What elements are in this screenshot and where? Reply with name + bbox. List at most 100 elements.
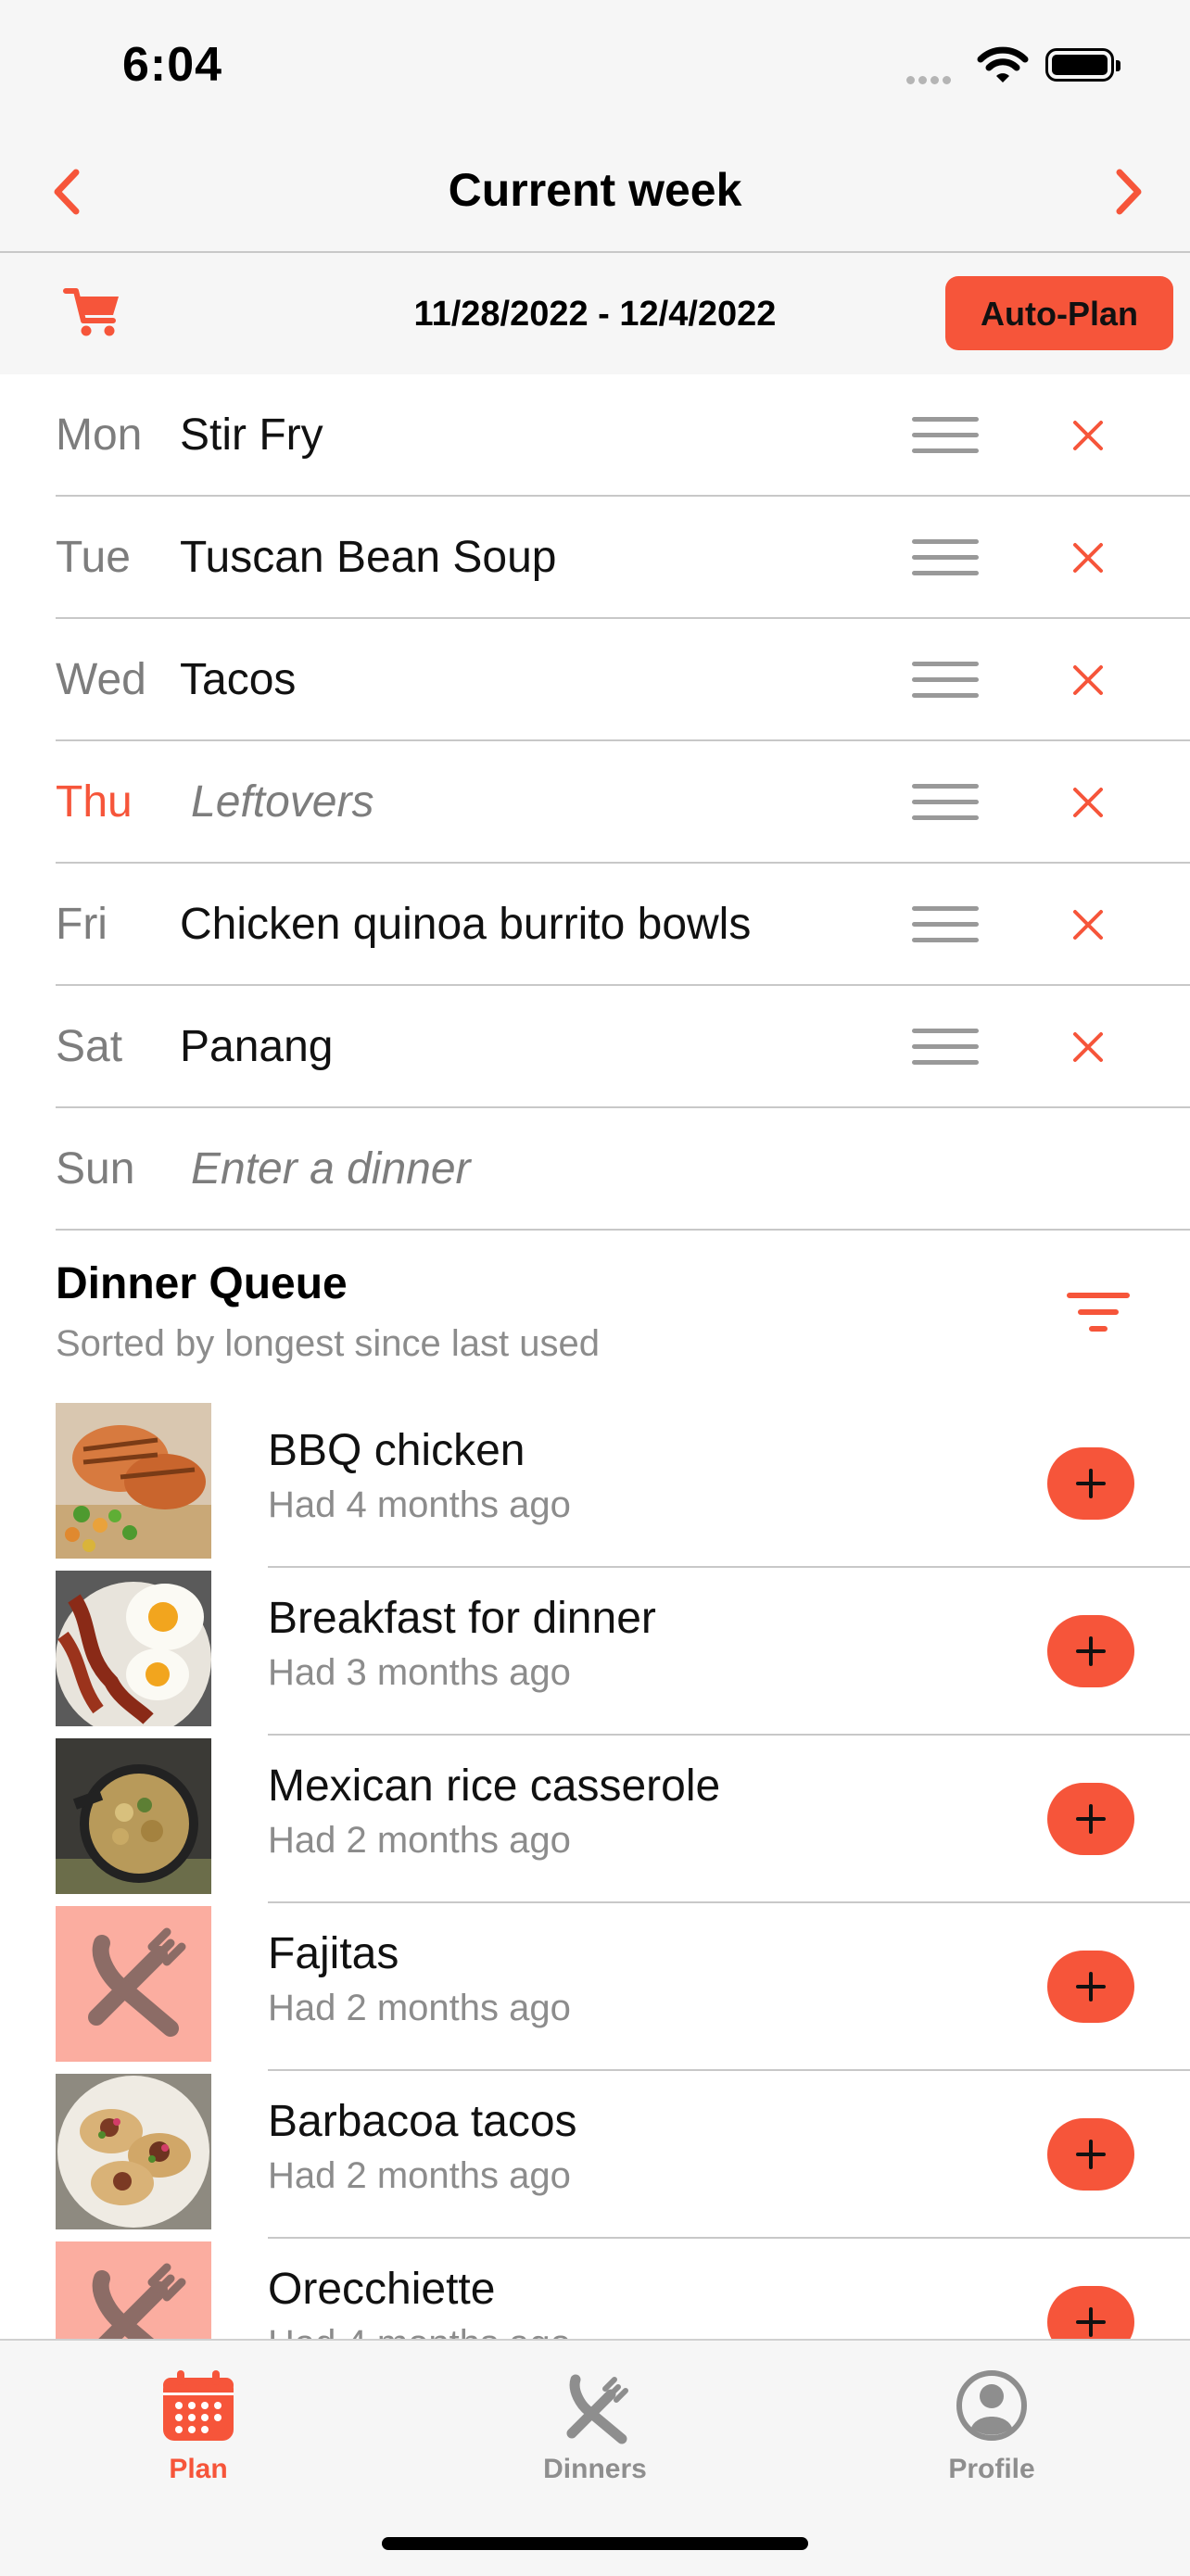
day-row-sun[interactable]: Sun Enter a dinner <box>0 1108 1190 1231</box>
profile-icon <box>956 2370 1027 2441</box>
row-divider <box>268 1734 1190 1736</box>
day-label-today: Thu <box>56 777 133 827</box>
queue-item-name: Barbacoa tacos <box>268 2097 577 2146</box>
remove-meal-button[interactable] <box>1066 903 1110 947</box>
tab-plan[interactable]: Plan <box>78 2354 319 2493</box>
queue-item-name: Fajitas <box>268 1929 399 1978</box>
day-row-wed[interactable]: Wed Tacos <box>0 619 1190 741</box>
day-row-thu[interactable]: Thu Leftovers <box>0 741 1190 864</box>
battery-icon <box>1045 48 1120 82</box>
queue-item-name: Orecchiette <box>268 2265 496 2314</box>
add-to-plan-button[interactable] <box>1047 2118 1134 2191</box>
day-row-mon[interactable]: Mon Stir Fry <box>0 374 1190 497</box>
meal-name-leftovers[interactable]: Leftovers <box>191 741 373 864</box>
add-to-plan-button[interactable] <box>1047 1951 1134 2023</box>
close-icon <box>1073 788 1103 817</box>
drag-handle-icon[interactable] <box>912 539 979 576</box>
close-icon <box>1073 421 1103 450</box>
plus-icon <box>1076 2140 1106 2169</box>
status-time: 6:04 <box>122 38 223 92</box>
fork-knife-icon <box>88 1927 186 2037</box>
meal-name[interactable]: Tuscan Bean Soup <box>180 497 557 619</box>
drag-handle-icon[interactable] <box>912 1029 979 1066</box>
plus-icon <box>1076 1469 1106 1498</box>
queue-item-name: Mexican rice casserole <box>268 1762 721 1811</box>
dinner-queue-subtitle: Sorted by longest since last used <box>56 1323 601 1364</box>
row-divider <box>56 1229 1190 1231</box>
remove-meal-button[interactable] <box>1066 1025 1110 1069</box>
meal-photo <box>56 1738 211 1894</box>
tab-label: Plan <box>169 2454 228 2484</box>
filter-icon <box>1067 1293 1130 1332</box>
day-label: Wed <box>56 655 146 704</box>
add-to-plan-button[interactable] <box>1047 1615 1134 1687</box>
add-to-plan-button[interactable] <box>1047 1783 1134 1855</box>
row-divider <box>268 1901 1190 1903</box>
plus-icon <box>1076 2307 1106 2337</box>
close-icon <box>1073 910 1103 940</box>
day-label: Tue <box>56 533 131 582</box>
tab-profile[interactable]: Profile <box>871 2354 1112 2493</box>
queue-item-last-had: Had 2 months ago <box>268 1820 571 1861</box>
meal-name[interactable]: Tacos <box>180 619 296 741</box>
queue-item-name: Breakfast for dinner <box>268 1594 656 1643</box>
drag-handle-icon[interactable] <box>912 784 979 821</box>
remove-meal-button[interactable] <box>1066 536 1110 580</box>
plus-icon <box>1076 1804 1106 1834</box>
calendar-icon <box>163 2370 234 2441</box>
sort-filter-button[interactable] <box>1066 1290 1131 1334</box>
drag-handle-icon[interactable] <box>912 417 979 454</box>
queue-item-bbq-chicken[interactable]: BBQ chicken Had 4 months ago <box>0 1401 1190 1568</box>
close-icon <box>1073 1032 1103 1062</box>
wifi-icon <box>977 46 1029 90</box>
remove-meal-button[interactable] <box>1066 780 1110 825</box>
nav-divider <box>0 251 1190 253</box>
meal-name[interactable]: Chicken quinoa burrito bowls <box>180 864 751 986</box>
meal-photo <box>56 1403 211 1559</box>
home-indicator <box>382 2537 808 2550</box>
chevron-right-icon <box>1116 169 1142 215</box>
dinner-queue-title: Dinner Queue <box>56 1259 348 1308</box>
tab-label: Profile <box>948 2454 1035 2484</box>
queue-item-last-had: Had 4 months ago <box>268 1484 571 1525</box>
row-divider <box>268 2237 1190 2239</box>
enter-dinner-input[interactable]: Enter a dinner <box>191 1108 471 1231</box>
queue-item-last-had: Had 3 months ago <box>268 1652 571 1693</box>
fork-knife-icon <box>566 2374 628 2444</box>
drag-handle-icon[interactable] <box>912 662 979 699</box>
day-label: Mon <box>56 410 143 460</box>
day-row-sat[interactable]: Sat Panang <box>0 986 1190 1108</box>
queue-item-name: BBQ chicken <box>268 1426 525 1475</box>
meal-photo <box>56 2074 211 2229</box>
tab-dinners[interactable]: Dinners <box>475 2354 715 2493</box>
day-row-tue[interactable]: Tue Tuscan Bean Soup <box>0 497 1190 619</box>
day-label: Sun <box>56 1144 135 1193</box>
page-title: Current week <box>448 164 742 216</box>
meal-name[interactable]: Panang <box>180 986 334 1108</box>
meal-photo <box>56 1571 211 1726</box>
remove-meal-button[interactable] <box>1066 413 1110 458</box>
queue-item-last-had: Had 2 months ago <box>268 1988 571 2028</box>
plus-icon <box>1076 1972 1106 2001</box>
meal-photo-placeholder <box>56 1906 211 2062</box>
close-icon <box>1073 543 1103 573</box>
queue-item-fajitas[interactable]: Fajitas Had 2 months ago <box>0 1904 1190 2071</box>
close-icon <box>1073 665 1103 695</box>
queue-item-breakfast-for-dinner[interactable]: Breakfast for dinner Had 3 months ago <box>0 1569 1190 1736</box>
add-to-plan-button[interactable] <box>1047 1447 1134 1520</box>
queue-item-mexican-rice-casserole[interactable]: Mexican rice casserole Had 2 months ago <box>0 1736 1190 1903</box>
plus-icon <box>1076 1636 1106 1666</box>
row-divider <box>268 2069 1190 2071</box>
queue-item-barbacoa-tacos[interactable]: Barbacoa tacos Had 2 months ago <box>0 2072 1190 2239</box>
day-label: Fri <box>56 900 108 949</box>
meal-name[interactable]: Stir Fry <box>180 374 323 497</box>
auto-plan-button[interactable]: Auto-Plan <box>945 276 1173 350</box>
day-label: Sat <box>56 1022 123 1071</box>
tab-label: Dinners <box>543 2454 647 2484</box>
next-week-button[interactable] <box>1099 159 1155 224</box>
day-row-fri[interactable]: Fri Chicken quinoa burrito bowls <box>0 864 1190 986</box>
cellular-signal-icon <box>906 72 955 89</box>
row-divider <box>268 1566 1190 1568</box>
drag-handle-icon[interactable] <box>912 906 979 943</box>
remove-meal-button[interactable] <box>1066 658 1110 702</box>
